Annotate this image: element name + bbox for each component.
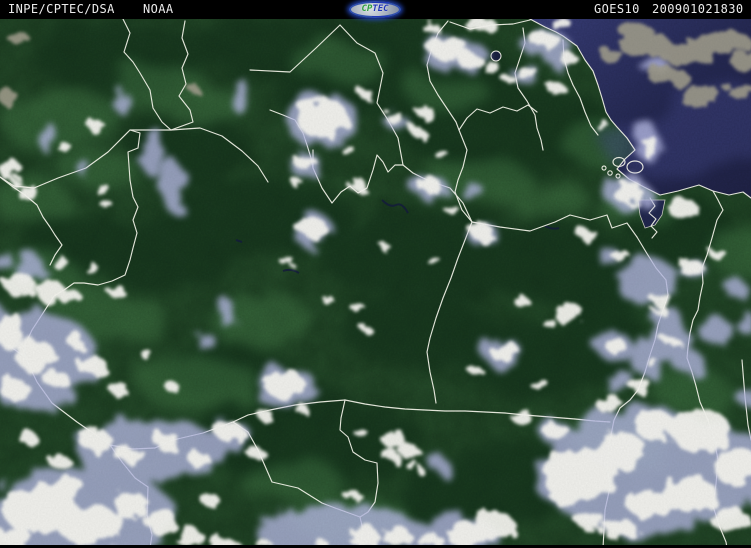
satellite-label: GOES10 [594,2,640,16]
title-bar: INPE/CPTEC/DSA NOAA CP TEC GOES10 2009010… [0,0,751,19]
timestamp-label: 200901021830 [652,2,744,16]
global-grain [0,19,751,548]
satellite-image [0,0,751,548]
cptec-logo-text-cp: CP [361,4,373,14]
satellite-viewer: INPE/CPTEC/DSA NOAA CP TEC GOES10 2009010… [0,0,751,548]
noaa-label: NOAA [143,2,174,16]
cptec-logo-text-tec: TEC [372,2,389,17]
agency-label: INPE/CPTEC/DSA [8,2,115,16]
cptec-logo: CP TEC [349,1,401,18]
